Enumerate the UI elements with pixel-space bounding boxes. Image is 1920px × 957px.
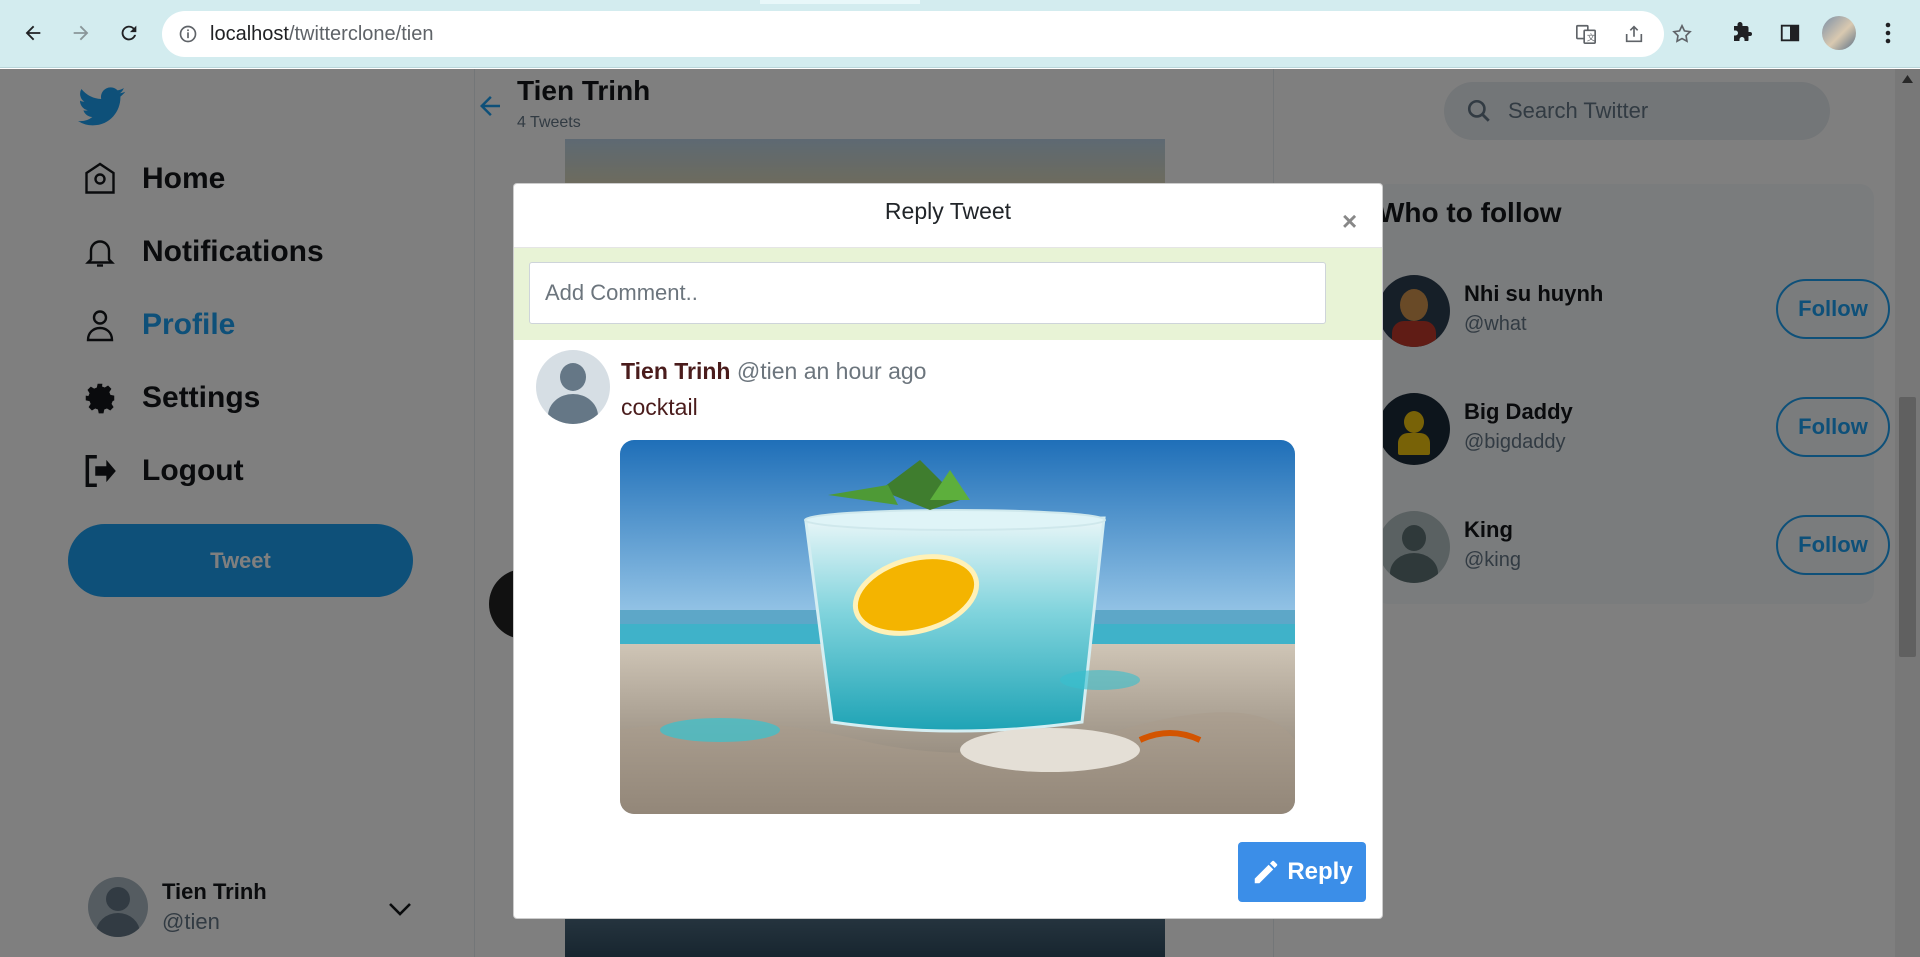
arrow-left-icon	[25, 25, 41, 41]
tweet-text: cocktail	[621, 394, 698, 420]
reply-button[interactable]: Reply	[1238, 842, 1366, 902]
avatar	[536, 350, 610, 424]
reload-icon	[121, 25, 137, 41]
forward-button[interactable]	[62, 14, 100, 52]
arrow-right-icon	[73, 25, 89, 41]
back-button[interactable]	[14, 14, 52, 52]
modal-header: Reply Tweet ×	[514, 184, 1382, 248]
address-bar[interactable]: localhost/twitterclone/tien 文	[162, 11, 1692, 57]
address-url: localhost/twitterclone/tien	[210, 22, 434, 45]
close-icon[interactable]: ×	[1342, 208, 1357, 234]
tweet-handle: @tien	[736, 358, 798, 384]
svg-text:文: 文	[1587, 32, 1595, 42]
translate-icon[interactable]: 文	[1572, 20, 1600, 48]
comment-bar	[514, 248, 1382, 340]
browser-tab-strip	[760, 0, 920, 4]
pencil-icon	[1255, 860, 1278, 884]
tweet-time: an hour ago	[803, 358, 927, 384]
cocktail-photo	[620, 440, 1295, 814]
tweet-author: Tien Trinh	[621, 358, 731, 384]
comment-input[interactable]	[529, 262, 1326, 324]
modal-title: Reply Tweet	[884, 198, 1012, 224]
browser-toolbar: localhost/twitterclone/tien 文	[0, 0, 1920, 68]
browser-profile-avatar[interactable]	[1822, 16, 1856, 50]
tweet-image	[620, 440, 1295, 814]
tweet-meta: Tien Trinh @tien an hour ago	[621, 358, 926, 385]
reply-tweet-modal: Reply Tweet × Tien Trinh @tien an hour a…	[513, 183, 1383, 919]
reply-button-label: Reply	[1287, 858, 1353, 885]
bookmark-star-icon[interactable]	[1668, 20, 1696, 48]
side-panel-icon[interactable]	[1772, 15, 1808, 51]
reload-button[interactable]	[110, 14, 148, 52]
share-icon[interactable]	[1620, 20, 1648, 48]
browser-menu-icon[interactable]	[1870, 15, 1906, 51]
extensions-icon[interactable]	[1724, 15, 1760, 51]
site-info-icon[interactable]	[178, 24, 198, 44]
